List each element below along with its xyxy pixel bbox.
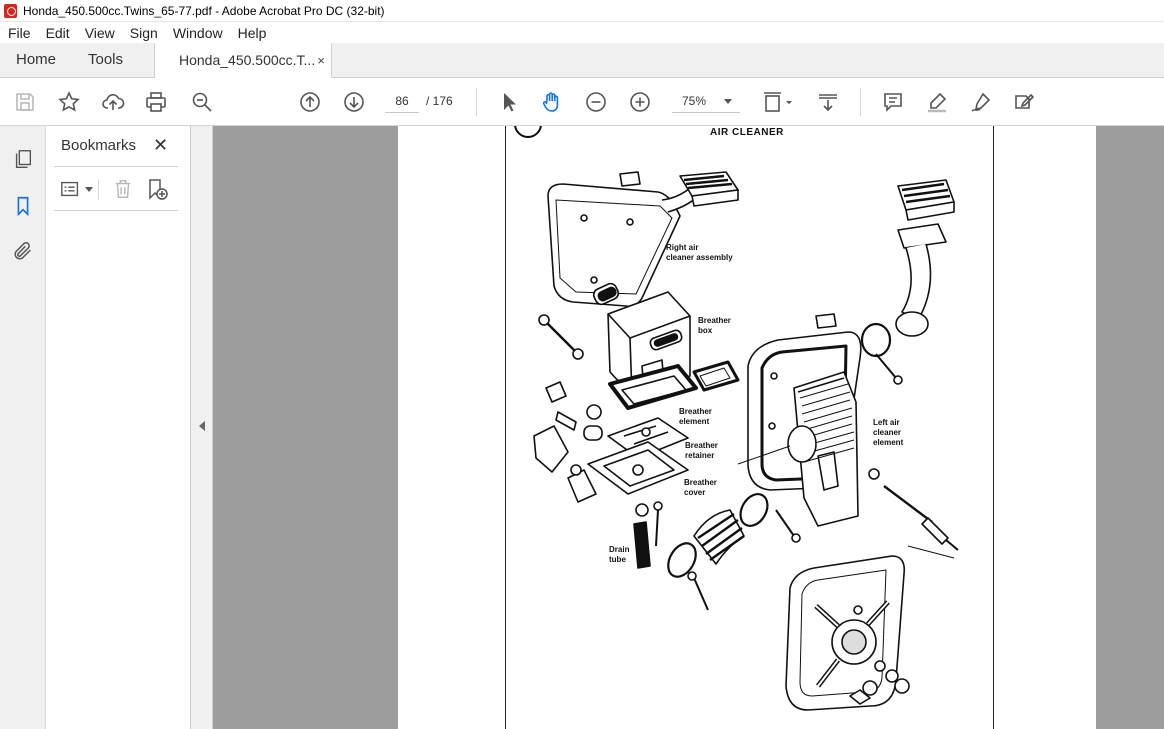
chevron-down-icon: [85, 186, 93, 192]
scroll-down-icon: [819, 94, 837, 112]
find-button[interactable]: [188, 88, 216, 116]
label-breather-box-2: box: [698, 326, 713, 335]
bookmark-star-button[interactable]: [55, 88, 83, 116]
highlighter-pen-icon: [928, 92, 947, 113]
pdf-page: AIR CLEANER Right air cleaner assembly B…: [398, 126, 1096, 729]
comment-button[interactable]: [879, 88, 907, 116]
label-breather-element-1: Breather: [679, 407, 712, 416]
comment-icon: [884, 93, 902, 112]
label-breather-cover-2: cover: [684, 488, 705, 497]
bookmarks-title: Bookmarks: [61, 137, 137, 154]
label-left-air-1: Left air: [873, 418, 900, 427]
star-icon: [58, 91, 80, 112]
pages-icon: [15, 150, 32, 168]
label-left-air-2: cleaner: [873, 428, 901, 437]
cloud-upload-icon: [102, 94, 125, 110]
zoom-out-button[interactable]: [582, 88, 610, 116]
toolbar-divider: [476, 88, 477, 116]
arrow-up-circle-icon: [300, 92, 320, 112]
draw-button[interactable]: [967, 88, 995, 116]
tab-document-label: Honda_450.500cc.T...: [179, 52, 316, 68]
page-fit-icon: [764, 92, 792, 112]
navigation-rail: [0, 126, 46, 729]
add-bookmark-icon: [149, 179, 168, 200]
menu-view[interactable]: View: [77, 25, 122, 41]
list-options-icon: [61, 181, 79, 197]
tab-home[interactable]: Home: [16, 43, 56, 78]
menu-sign[interactable]: Sign: [122, 25, 165, 41]
label-right-air-2: cleaner assembly: [666, 253, 733, 262]
menu-help[interactable]: Help: [230, 25, 274, 41]
chevron-down-icon: [724, 99, 732, 104]
hand-tool-button[interactable]: [538, 88, 566, 116]
scroll-mode-button[interactable]: [814, 88, 842, 116]
bookmark-icon: [17, 196, 29, 217]
label-breather-retainer-1: Breather: [685, 441, 718, 450]
upload-button[interactable]: [99, 88, 127, 116]
attachments-button[interactable]: [10, 238, 36, 264]
toolbar-divider: [860, 88, 861, 116]
previous-page-button[interactable]: [296, 88, 324, 116]
page-number-input[interactable]: [385, 89, 419, 113]
next-page-button[interactable]: [340, 88, 368, 116]
tab-tools[interactable]: Tools: [88, 43, 123, 78]
label-drain-tube-1: Drain: [609, 545, 630, 554]
delete-bookmark-button[interactable]: [112, 177, 134, 201]
save-icon: [16, 93, 34, 111]
label-breather-element-2: element: [679, 417, 710, 426]
bookmarks-panel: Bookmarks ✕: [46, 126, 191, 729]
page-display-button[interactable]: [758, 88, 796, 116]
zoom-search-icon: [192, 92, 212, 112]
highlight-button[interactable]: [923, 88, 951, 116]
menu-bar: File Edit View Sign Window Help: [0, 22, 1164, 43]
label-drain-tube-2: tube: [609, 555, 626, 564]
arrow-down-circle-icon: [344, 92, 364, 112]
new-bookmark-button[interactable]: [145, 177, 169, 201]
window-title: Honda_450.500cc.Twins_65-77.pdf - Adobe …: [23, 3, 385, 18]
label-breather-retainer-2: retainer: [685, 451, 714, 460]
label-breather-box-1: Breather: [698, 316, 731, 325]
pen-sign-icon: [971, 92, 991, 112]
printer-icon: [146, 92, 166, 112]
cursor-arrow-icon: [504, 93, 516, 112]
label-left-air-3: element: [873, 438, 904, 447]
bookmarks-panel-button[interactable]: [10, 193, 36, 219]
page-thumbnails-button[interactable]: [10, 146, 36, 172]
plus-circle-icon: [630, 92, 650, 112]
print-button[interactable]: [142, 88, 170, 116]
menu-edit[interactable]: Edit: [38, 25, 77, 41]
collapse-arrow-icon: [199, 421, 205, 431]
menu-file[interactable]: File: [0, 25, 38, 41]
fill-sign-icon: [1015, 93, 1035, 109]
tab-close-button[interactable]: ×: [317, 43, 325, 78]
tab-document[interactable]: Honda_450.500cc.T... ×: [154, 43, 332, 79]
trash-icon: [115, 180, 131, 198]
zoom-level-select[interactable]: 75%: [672, 89, 740, 113]
acrobat-app-icon: [4, 3, 17, 18]
bookmarks-close-button[interactable]: ✕: [153, 135, 168, 156]
label-breather-cover-1: Breather: [684, 478, 717, 487]
hand-icon: [542, 92, 559, 112]
label-right-air-1: Right air: [666, 243, 698, 252]
fill-sign-button[interactable]: [1010, 88, 1038, 116]
zoom-in-button[interactable]: [626, 88, 654, 116]
bookmark-options-button[interactable]: [60, 177, 93, 201]
paperclip-icon: [14, 242, 31, 260]
menu-window[interactable]: Window: [165, 25, 230, 41]
main-toolbar: / 176 75%: [0, 78, 1164, 126]
panel-divider: [54, 210, 178, 211]
document-viewer[interactable]: AIR CLEANER Right air cleaner assembly B…: [213, 126, 1164, 729]
select-tool-button[interactable]: [494, 88, 522, 116]
save-button[interactable]: [11, 88, 39, 116]
panel-divider: [54, 166, 178, 167]
toolbar-divider: [98, 180, 99, 200]
air-cleaner-exploded-diagram: Right air cleaner assembly Breather box …: [514, 126, 959, 711]
minus-circle-icon: [586, 92, 606, 112]
zoom-level-value: 75%: [682, 94, 707, 108]
page-total: / 176: [426, 94, 453, 108]
tab-bar: Home Tools Honda_450.500cc.T... ×: [0, 43, 1164, 79]
window-titlebar: Honda_450.500cc.Twins_65-77.pdf - Adobe …: [0, 0, 1164, 22]
panel-collapse-handle[interactable]: [191, 126, 213, 729]
